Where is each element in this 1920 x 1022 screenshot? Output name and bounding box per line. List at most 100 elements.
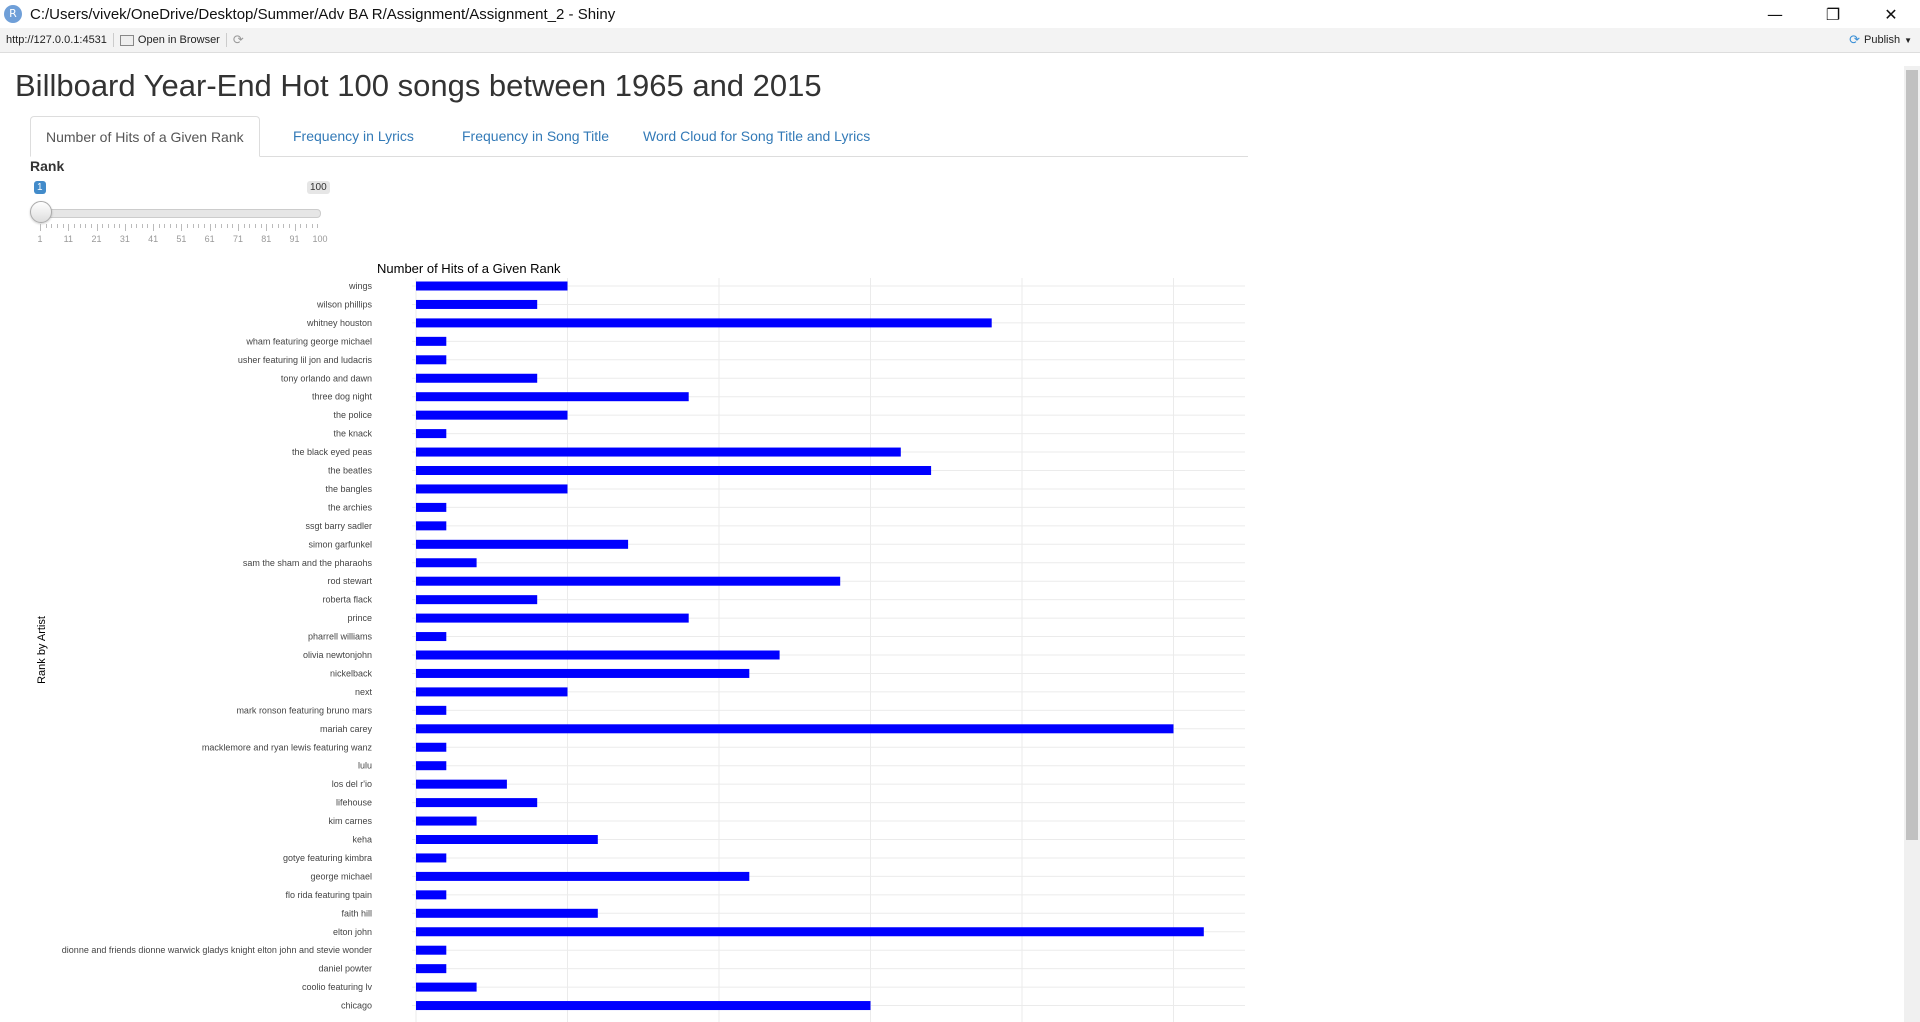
y-tick-label: lifehouse: [336, 798, 372, 808]
y-tick-label: tony orlando and dawn: [281, 373, 372, 383]
open-in-browser-button[interactable]: Open in Browser: [119, 34, 220, 46]
bar: [416, 595, 538, 605]
slider-tick: [187, 224, 189, 228]
y-axis-title: Rank by Artist: [36, 616, 48, 684]
y-tick-label: gotye featuring kimbra: [283, 853, 372, 863]
y-tick-label: coolio featuring lv: [302, 982, 373, 992]
divider: [112, 33, 114, 47]
slider-tick: [215, 224, 217, 228]
slider-handle[interactable]: [30, 201, 52, 223]
slider-tick: [254, 224, 256, 228]
page-title: Billboard Year-End Hot 100 songs between…: [15, 68, 822, 103]
y-tick-label: sam the sham and the pharaohs: [243, 558, 373, 568]
y-tick-label: wings: [348, 281, 373, 291]
r-app-icon: R: [4, 5, 22, 23]
bar: [416, 724, 1174, 734]
bar: [416, 687, 568, 697]
bar: [416, 502, 447, 512]
y-tick-label: flo rida featuring tpain: [285, 890, 372, 900]
slider-tick-label: 71: [232, 234, 243, 244]
slider-tick-label: 31: [119, 234, 130, 244]
y-tick-label: usher featuring lil jon and ludacris: [238, 355, 373, 365]
tab-frequency-in-song-title[interactable]: Frequency in Song Title: [447, 116, 624, 156]
bar: [416, 742, 447, 752]
y-tick-label: nickelback: [330, 668, 373, 678]
chart-title: Number of Hits of a Given Rank: [377, 261, 561, 276]
slider-tick: [130, 224, 132, 228]
y-tick-label: kim carnes: [328, 816, 372, 826]
slider-tick: [288, 224, 290, 228]
y-tick-label: ssgt barry sadler: [305, 521, 372, 531]
tab-word-cloud[interactable]: Word Cloud for Song Title and Lyrics: [628, 116, 885, 156]
slider-tick: [243, 224, 245, 228]
close-icon[interactable]: ✕: [1862, 0, 1920, 28]
slider-tick: [311, 224, 313, 228]
browser-window-icon: [119, 34, 134, 46]
slider-tick: [107, 224, 109, 228]
y-tick-label: prince: [347, 613, 372, 623]
publish-button[interactable]: ⟳ Publish ▼: [1849, 28, 1912, 52]
slider-tick: [260, 224, 262, 228]
address-bar: http://127.0.0.1:4531 Open in Browser ⟳ …: [0, 28, 1920, 53]
y-tick-label: wilson phillips: [316, 299, 373, 309]
bar: [416, 1001, 871, 1011]
slider-tick: [102, 224, 104, 228]
url-text[interactable]: http://127.0.0.1:4531: [6, 34, 107, 46]
open-in-browser-label: Open in Browser: [137, 34, 220, 46]
slider-tick: [164, 224, 166, 228]
bar: [416, 558, 477, 568]
slider-max-badge: 100: [307, 181, 330, 194]
restore-icon[interactable]: ❐: [1804, 0, 1862, 28]
slider-tick: [181, 224, 183, 231]
slider-track[interactable]: [36, 209, 321, 218]
slider-tick: [68, 224, 70, 231]
minimize-icon[interactable]: —: [1746, 0, 1804, 28]
chevron-down-icon: ▼: [1904, 35, 1912, 45]
bar: [416, 466, 932, 475]
slider-tick: [226, 224, 228, 228]
slider-tick: [136, 224, 138, 228]
slider-value-badge: 1: [34, 181, 46, 194]
tab-bar: Number of Hits of a Given Rank Frequency…: [30, 116, 1248, 157]
y-tick-label: the police: [333, 410, 372, 420]
slider-tick-label: 11: [63, 234, 73, 244]
slider-tick: [79, 224, 81, 228]
refresh-icon[interactable]: ⟳: [233, 33, 244, 48]
slider-tick: [113, 224, 115, 228]
tab-frequency-in-lyrics[interactable]: Frequency in Lyrics: [278, 116, 429, 156]
bar: [416, 945, 447, 955]
y-tick-label: simon garfunkel: [308, 539, 372, 549]
bar: [416, 521, 447, 531]
bar: [416, 982, 477, 992]
y-tick-label: the knack: [333, 429, 372, 439]
bar: [416, 355, 447, 365]
bar: [416, 392, 689, 402]
scrollbar-thumb[interactable]: [1906, 70, 1918, 840]
vertical-scrollbar[interactable]: [1904, 66, 1920, 1022]
slider-tick: [153, 224, 155, 231]
y-tick-label: elton john: [333, 927, 372, 937]
slider-tick: [119, 224, 121, 228]
divider: [225, 33, 227, 47]
y-tick-label: whitney houston: [306, 318, 372, 328]
slider-tick: [266, 224, 268, 231]
y-tick-label: mariah carey: [320, 724, 373, 734]
bar: [416, 779, 507, 789]
bar: [416, 798, 538, 808]
bar-chart: Number of Hits of a Given Rank wings wilso…: [36, 261, 1245, 1022]
bar: [416, 299, 538, 309]
bar: [416, 835, 598, 844]
bar: [416, 871, 750, 881]
slider-tick-label: 100: [312, 234, 328, 244]
bar: [416, 964, 447, 974]
rank-slider[interactable]: 1 100 1 11 21 31 41 51 61 71 81 91 100: [30, 180, 330, 244]
bar: [416, 668, 750, 678]
slider-tick: [45, 224, 47, 228]
y-tick-label: george michael: [310, 871, 372, 881]
bar: [416, 908, 598, 918]
slider-tick: [124, 224, 126, 231]
slider-tick: [283, 224, 285, 228]
tab-number-of-hits[interactable]: Number of Hits of a Given Rank: [30, 116, 260, 157]
bar: [416, 336, 447, 346]
slider-tick: [96, 224, 98, 231]
